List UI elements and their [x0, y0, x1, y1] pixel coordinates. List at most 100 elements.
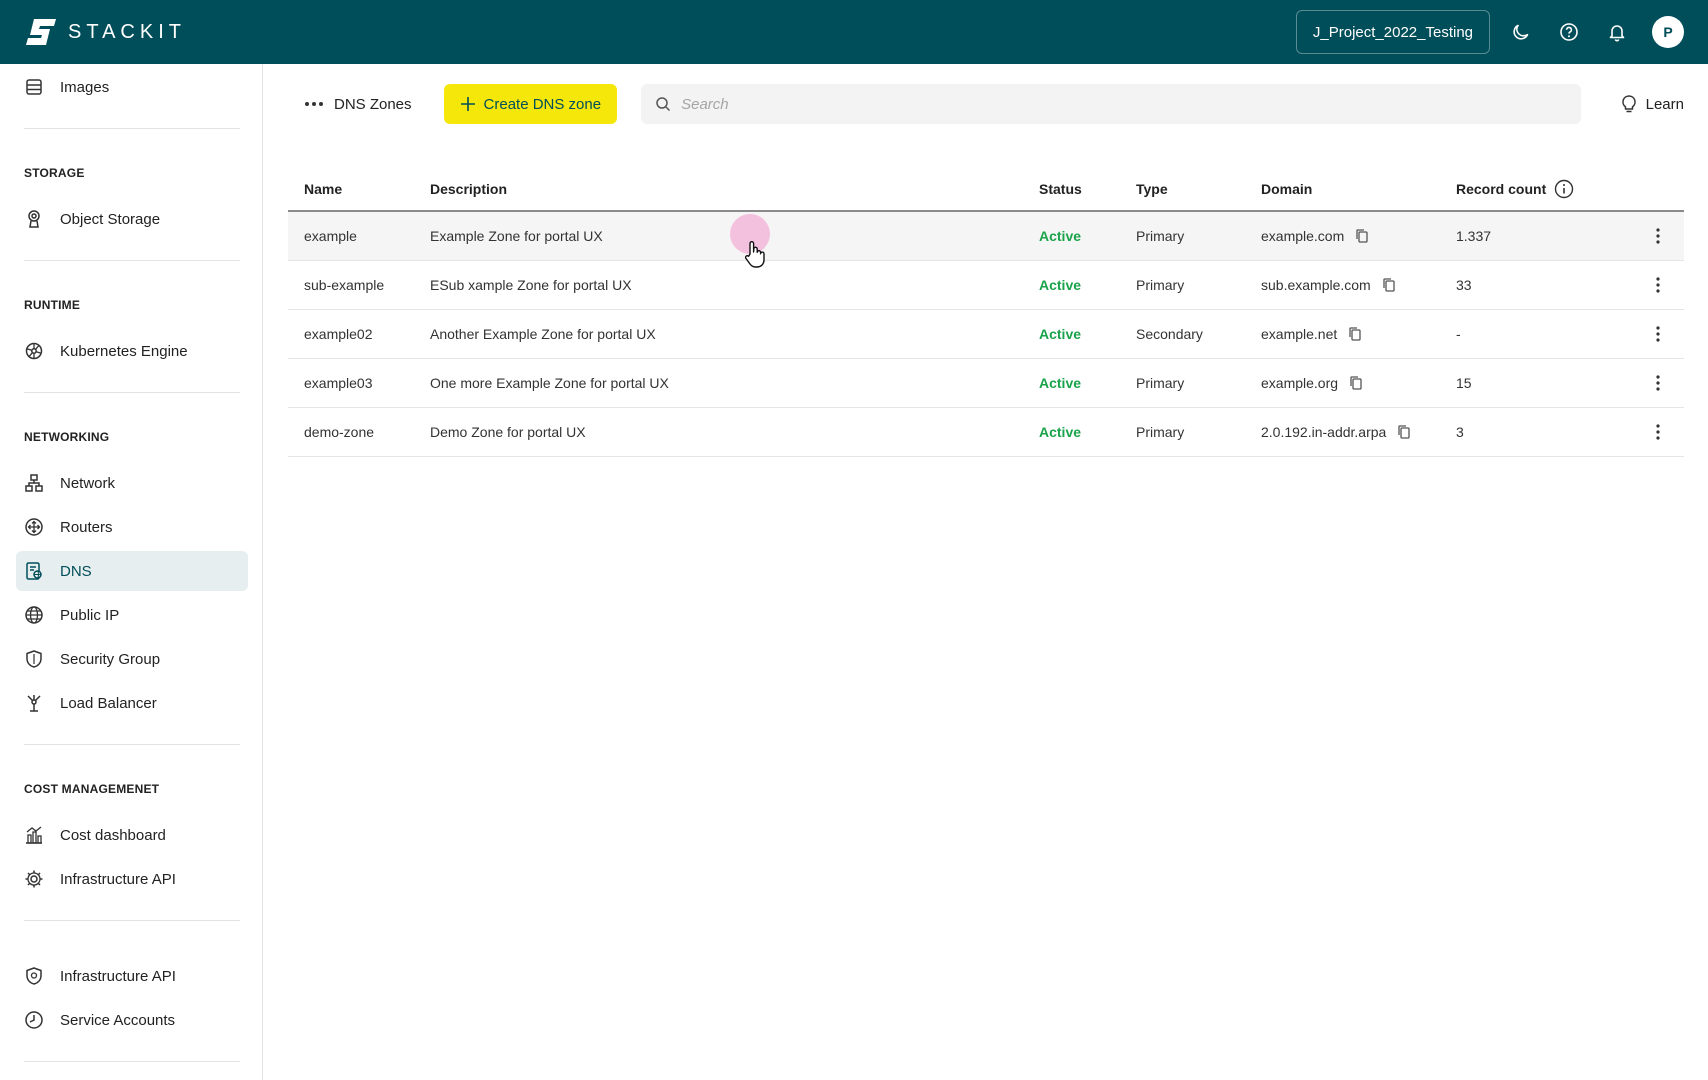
sidebar-item-label: Infrastructure API: [60, 870, 176, 888]
kubernetes-icon: [24, 341, 44, 361]
learn-label: Learn: [1645, 95, 1684, 113]
table-row[interactable]: example03 One more Example Zone for port…: [288, 359, 1684, 408]
divider: [24, 260, 240, 261]
sidebar-item-dns[interactable]: DNS: [16, 551, 248, 591]
avatar[interactable]: P: [1652, 16, 1684, 48]
create-button-label: Create DNS zone: [483, 95, 602, 113]
copy-icon[interactable]: [1354, 228, 1370, 244]
object-storage-icon: [24, 209, 44, 229]
table-row[interactable]: demo-zone Demo Zone for portal UX Active…: [288, 408, 1684, 457]
top-bar: STACKIT J_Project_2022_Testing P: [0, 0, 1708, 64]
divider: [24, 392, 240, 393]
project-selector[interactable]: J_Project_2022_Testing: [1295, 10, 1490, 54]
zone-description: One more Example Zone for portal UX: [430, 375, 669, 391]
help-icon[interactable]: [1552, 15, 1586, 49]
logo-text: STACKIT: [68, 20, 186, 43]
status-badge: Active: [1039, 277, 1082, 293]
section-title-runtime: RUNTIME: [24, 298, 81, 312]
table-row[interactable]: example02 Another Example Zone for porta…: [288, 310, 1684, 359]
zone-name: sub-example: [304, 277, 385, 293]
sidebar-item-label: Infrastructure API: [60, 967, 176, 985]
status-badge: Active: [1039, 228, 1082, 244]
sidebar-item-object-storage[interactable]: Object Storage: [16, 199, 248, 239]
copy-icon[interactable]: [1381, 277, 1397, 293]
sidebar-item-label: DNS: [60, 562, 92, 580]
copy-icon[interactable]: [1396, 424, 1412, 440]
kebab-menu-icon[interactable]: [1648, 422, 1668, 442]
clock-icon: [24, 1010, 44, 1030]
table-header: Name Description Status Type Domain Reco…: [288, 167, 1684, 212]
sidebar-item-kubernetes-engine[interactable]: Kubernetes Engine: [16, 331, 248, 371]
divider: [24, 920, 240, 921]
zone-domain: example.net: [1261, 326, 1456, 342]
zone-domain: example.org: [1261, 375, 1456, 391]
stackit-logo[interactable]: STACKIT: [24, 17, 186, 47]
zone-name: example02: [304, 326, 373, 342]
gear-icon: [24, 869, 44, 889]
search-box[interactable]: [641, 84, 1582, 124]
shield-icon: [24, 649, 44, 669]
domain-text: sub.example.com: [1261, 277, 1371, 293]
sidebar-item-security-group[interactable]: Security Group: [16, 639, 248, 679]
plus-icon: [460, 96, 476, 112]
breadcrumb[interactable]: DNS Zones: [288, 84, 428, 124]
kebab-menu-icon[interactable]: [1648, 275, 1668, 295]
column-header-name[interactable]: Name: [288, 181, 430, 197]
status-badge: Active: [1039, 424, 1082, 440]
table-row[interactable]: example Example Zone for portal UX Activ…: [288, 212, 1684, 261]
section-title-storage: STORAGE: [24, 166, 85, 180]
sidebar-item-label: Object Storage: [60, 210, 161, 228]
globe-icon: [24, 605, 44, 625]
sidebar-item-network[interactable]: Network: [16, 463, 248, 503]
domain-text: example.org: [1261, 375, 1339, 391]
sidebar-item-infrastructure-api-2[interactable]: Infrastructure API: [16, 956, 248, 996]
copy-icon[interactable]: [1348, 375, 1364, 391]
sidebar-item-label: Routers: [60, 518, 113, 536]
record-count: 3: [1456, 424, 1464, 440]
column-header-domain[interactable]: Domain: [1261, 181, 1456, 197]
column-header-type[interactable]: Type: [1136, 181, 1261, 197]
kebab-menu-icon[interactable]: [1648, 324, 1668, 344]
record-count: 15: [1456, 375, 1472, 391]
zone-domain: sub.example.com: [1261, 277, 1456, 293]
toolbar: DNS Zones Create DNS zone Learn: [288, 84, 1684, 124]
search-input[interactable]: [681, 95, 1562, 113]
bell-icon[interactable]: [1600, 15, 1634, 49]
create-dns-zone-button[interactable]: Create DNS zone: [443, 84, 618, 124]
routers-icon: [24, 517, 44, 537]
more-icon: [304, 101, 324, 107]
kebab-menu-icon[interactable]: [1648, 226, 1668, 246]
dns-icon: [24, 561, 44, 581]
domain-text: example.com: [1261, 228, 1345, 244]
zone-type: Primary: [1136, 228, 1185, 244]
sidebar-item-service-accounts[interactable]: Service Accounts: [16, 1000, 248, 1040]
sidebar-item-cost-dashboard[interactable]: Cost dashboard: [16, 815, 248, 855]
zone-domain: example.com: [1261, 228, 1456, 244]
sidebar: Images STORAGE Object Storage RUNTIME Ku…: [0, 64, 263, 1080]
dark-mode-icon[interactable]: [1504, 15, 1538, 49]
sidebar-item-load-balancer[interactable]: Load Balancer: [16, 683, 248, 723]
column-header-record-count[interactable]: Record count: [1456, 179, 1626, 199]
column-header-status[interactable]: Status: [1039, 181, 1136, 197]
sidebar-item-label: Service Accounts: [60, 1011, 176, 1029]
sidebar-item-infrastructure-api[interactable]: Infrastructure API: [16, 859, 248, 899]
column-header-label: Record count: [1456, 180, 1547, 197]
network-icon: [24, 473, 44, 493]
divider: [24, 1061, 240, 1062]
chart-icon: [24, 825, 44, 845]
divider: [24, 744, 240, 745]
info-icon[interactable]: [1554, 179, 1574, 199]
sidebar-item-label: Security Group: [60, 650, 161, 668]
sidebar-item-images[interactable]: Images: [16, 67, 248, 107]
learn-button[interactable]: Learn: [1620, 94, 1684, 114]
sidebar-item-routers[interactable]: Routers: [16, 507, 248, 547]
column-header-description[interactable]: Description: [430, 181, 1039, 197]
kebab-menu-icon[interactable]: [1648, 373, 1668, 393]
load-balancer-icon: [24, 693, 44, 713]
record-count: -: [1456, 326, 1461, 342]
status-badge: Active: [1039, 375, 1082, 391]
sidebar-item-public-ip[interactable]: Public IP: [16, 595, 248, 635]
sidebar-item-label: Cost dashboard: [60, 826, 166, 844]
copy-icon[interactable]: [1347, 326, 1363, 342]
table-row[interactable]: sub-example ESub xample Zone for portal …: [288, 261, 1684, 310]
